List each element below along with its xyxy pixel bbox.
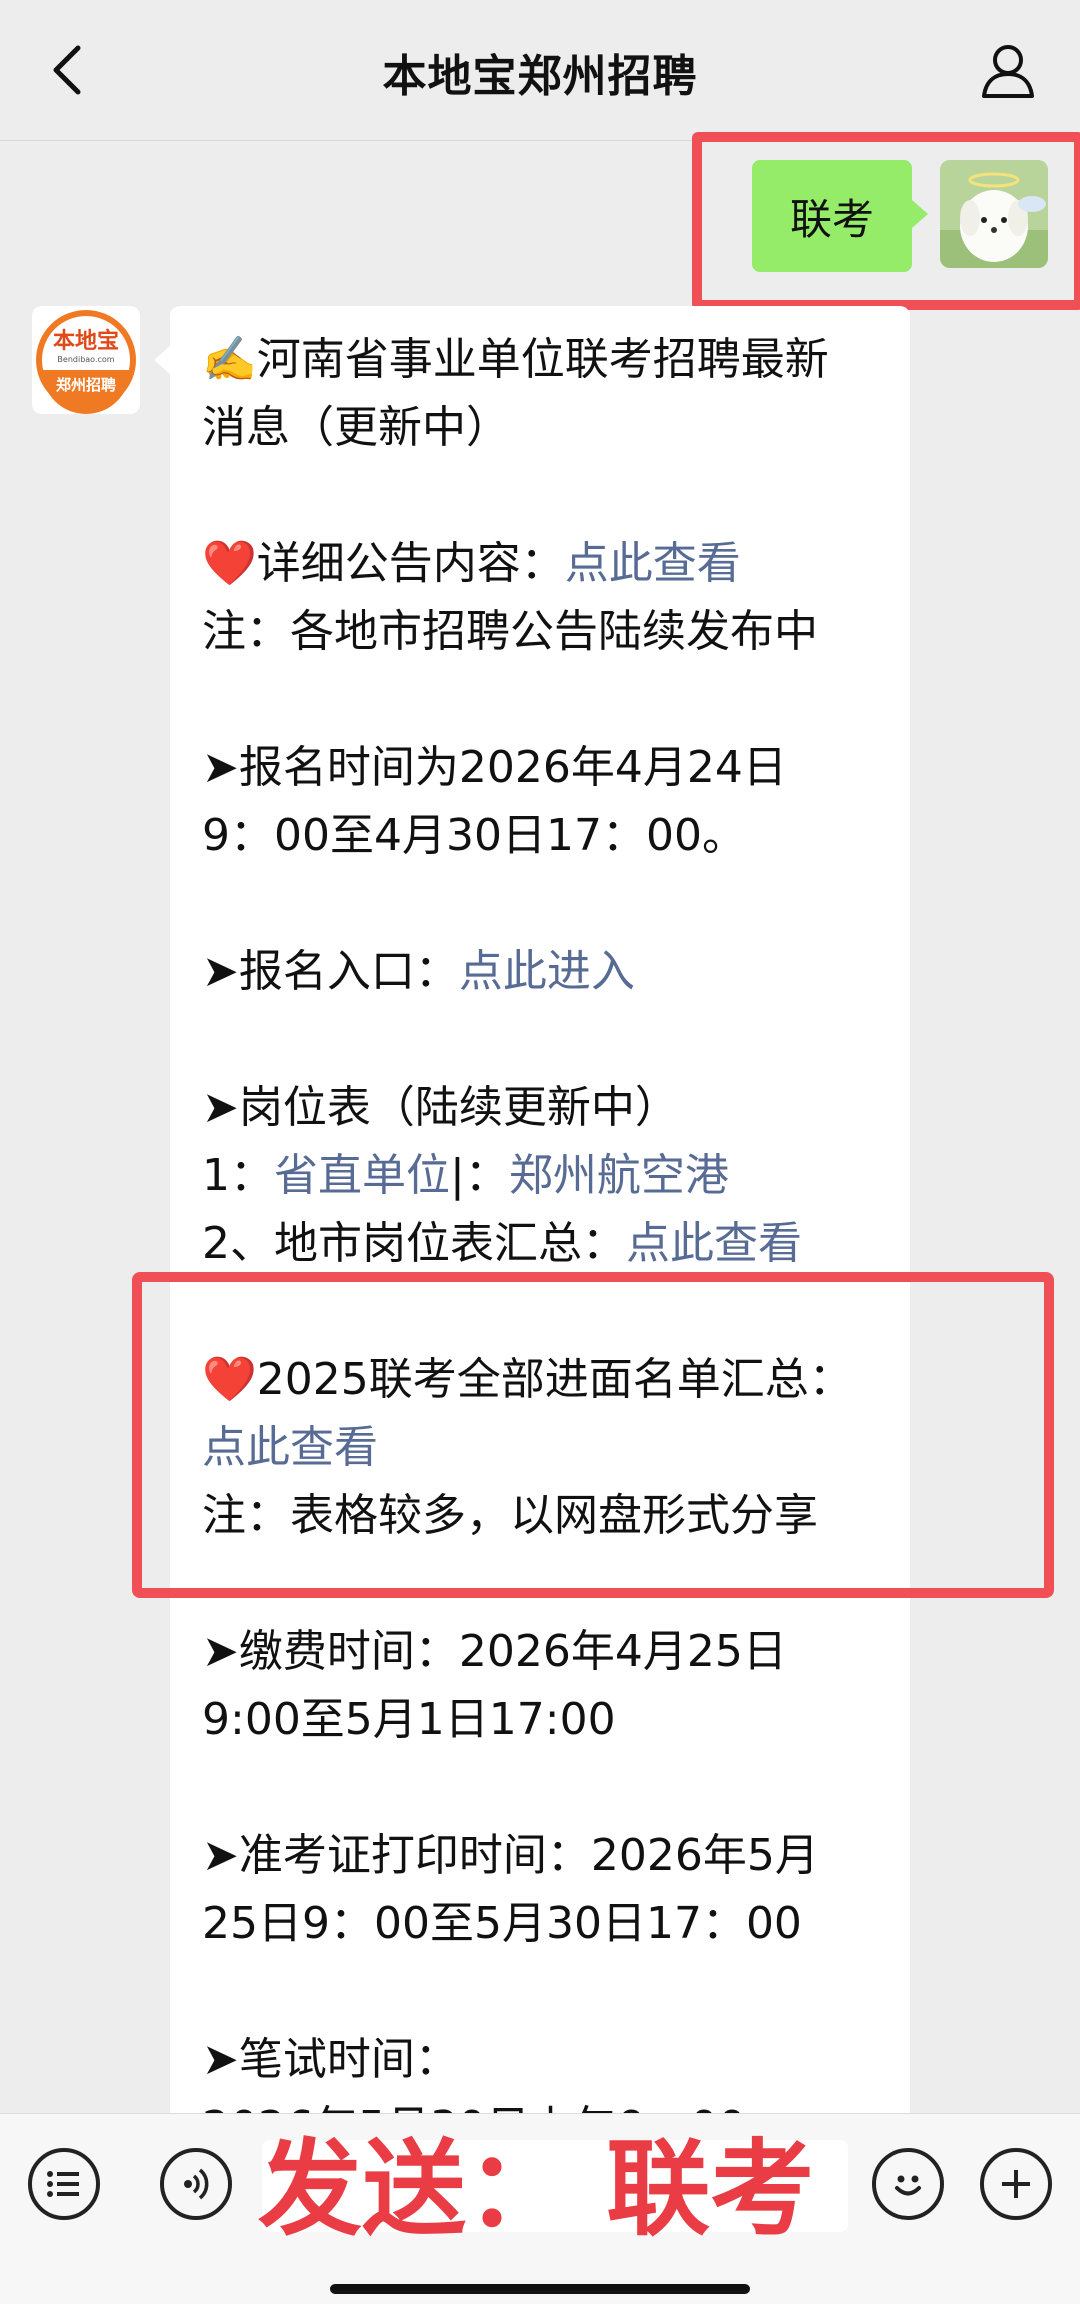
message-line: 1：省直单位|：郑州航空港 <box>202 1142 878 1210</box>
separator-text: |： <box>450 1150 509 1201</box>
message-line: 注：各地市招聘公告陆续发布中 <box>202 606 818 657</box>
registration-link[interactable]: 点此进入 <box>459 946 635 997</box>
menu-list-icon[interactable] <box>28 2148 100 2220</box>
home-indicator <box>330 2284 750 2294</box>
list-number: 1： <box>202 1150 274 1201</box>
message-line: ➤报名时间为2026年4月24日 <box>202 742 787 793</box>
account-avatar-caption: 郑州招聘 <box>56 376 116 394</box>
message-line: 9：00至4月30日17：00。 <box>202 810 746 861</box>
airport-zone-link[interactable]: 郑州航空港 <box>509 1150 729 1201</box>
plus-icon[interactable] <box>980 2148 1052 2220</box>
city-positions-label: 2、地市岗位表汇总： <box>202 1218 626 1269</box>
account-avatar-site-text: Bendibao.com <box>57 355 114 364</box>
chat-header: 本地宝郑州招聘 <box>0 0 1080 141</box>
message-line: ➤缴费时间：2026年4月25日 <box>202 1626 787 1677</box>
input-bar: 发送： 联考 <box>0 2113 1080 2304</box>
profile-icon[interactable] <box>976 38 1040 102</box>
send-keyword-overlay: 发送： 联考 <box>258 2128 815 2250</box>
incoming-message-bubble: ✍️河南省事业单位联考招聘最新 消息（更新中） ❤️详细公告内容：点此查看 注：… <box>154 306 910 2153</box>
highlight-box-interview-list <box>132 1272 1054 1598</box>
announcement-label: ❤️详细公告内容： <box>202 538 565 589</box>
announcement-link[interactable]: 点此查看 <box>565 538 741 589</box>
provincial-units-link[interactable]: 省直单位 <box>274 1150 450 1201</box>
message-line: ➤准考证打印时间：2026年5月 <box>202 1830 819 1881</box>
chat-title: 本地宝郑州招聘 <box>382 51 698 102</box>
account-avatar-logo-text: 本地宝 <box>53 328 119 354</box>
message-line: ❤️详细公告内容：点此查看 <box>202 530 878 598</box>
message-line: ✍️河南省事业单位联考招聘最新 <box>202 334 829 385</box>
message-line: 25日9：00至5月30日17：00 <box>202 1898 802 1949</box>
message-line: 2、地市岗位表汇总：点此查看 <box>202 1210 878 1278</box>
message-line: ➤岗位表（陆续更新中） <box>202 1082 679 1133</box>
emoji-icon[interactable] <box>872 2148 944 2220</box>
city-positions-link[interactable]: 点此查看 <box>626 1218 802 1269</box>
voice-input-icon[interactable] <box>160 2148 232 2220</box>
message-line: ➤报名入口：点此进入 <box>202 938 878 1006</box>
account-avatar[interactable]: 本地宝 Bendibao.com 郑州招聘 <box>32 306 140 414</box>
highlight-box-outgoing <box>692 132 1080 310</box>
message-line: 消息（更新中） <box>202 402 510 453</box>
registration-label: ➤报名入口： <box>202 946 459 997</box>
message-line: 9:00至5月1日17:00 <box>202 1694 616 1745</box>
message-line: ➤笔试时间： <box>202 2034 459 2085</box>
